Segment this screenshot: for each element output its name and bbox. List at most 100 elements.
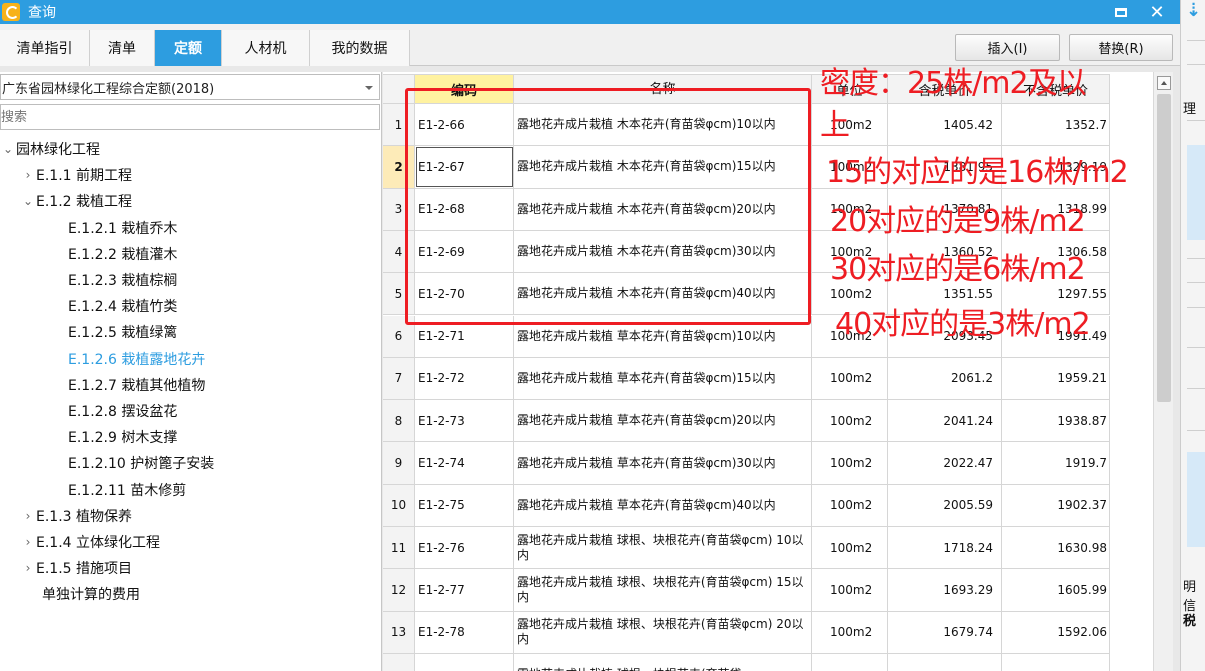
tree-item-label: E.1.3 植物保养 [36,508,133,525]
tree-item[interactable]: E.1.2.9 树木支撑 [68,426,177,448]
row-tax-price: 1679.74 [888,611,1002,653]
table-row[interactable]: 7 E1-2-72 露地花卉成片栽植 草本花卉(育苗袋φcm)15以内 100m2 20… [383,357,1110,401]
replace-button[interactable]: 替换(R) [1069,34,1173,61]
chevron-down-icon[interactable]: ⌄ [20,194,36,208]
table-row[interactable]: 8 E1-2-73 露地花卉成片栽植 草本花卉(育苗袋φcm)20以内 100m2 20… [383,400,1110,443]
scroll-thumb[interactable] [1157,94,1171,402]
tree-item-label: 单独计算的费用 [42,587,140,604]
background-window: ⇣ 理 明信 税 [1180,0,1205,671]
maximize-button[interactable] [1104,0,1138,24]
row-code: E1-2-71 [415,315,514,357]
row-number: 9 [383,442,415,484]
chevron-right-icon[interactable]: › [20,168,36,182]
tree-item[interactable]: E.1.2.5 栽植绿篱 [68,321,177,343]
tab-bill[interactable]: 清单 [90,30,155,66]
tree-item[interactable]: E.1.2.7 栽植其他植物 [68,374,205,396]
close-button[interactable]: ✕ [1140,0,1174,24]
quota-tree-panel: 广东省园林绿化工程综合定额(2018) ⌄园林绿化工程›E.1.1 前期工程⌄E… [0,72,382,671]
tree-item-label: E.1.2.5 栽植绿篱 [68,325,178,342]
search-input[interactable] [1,105,379,129]
tree-item[interactable]: › E.1.4 立体绿化工程 [20,531,160,553]
table-row[interactable]: 12 E1-2-77 露地花卉成片栽植 球根、块根花卉(育苗袋φcm) 15以内 10… [383,569,1110,612]
row-number: 13 [383,611,415,653]
table-row[interactable]: 1 E1-2-66 露地花卉成片栽植 木本花卉(育苗袋φcm)10以内 100m2 14… [383,104,1110,147]
tree-item[interactable]: › E.1.3 植物保养 [20,505,132,527]
chevron-down-icon[interactable]: ⌄ [0,142,16,156]
row-name-text: 露地花卉成片栽植 草本花卉(育苗袋φcm)15以内 [517,370,776,385]
row-name-text: 露地花卉成片栽植 草本花卉(育苗袋φcm)30以内 [517,455,776,470]
header-name[interactable]: 名称 [514,75,812,103]
tree-item-label: E.1.2.4 栽植竹类 [68,299,178,316]
download-arrow-icon: ⇣ [1186,0,1202,21]
header-code[interactable]: 编码 [415,75,514,103]
row-notax-price: 1592.06 [1002,611,1110,653]
row-unit: 100m2 [812,400,888,442]
quota-library-select[interactable]: 广东省园林绿化工程综合定额(2018) [0,74,380,100]
row-code: E1-2-77 [415,569,514,611]
row-unit: 100m2 [812,527,888,569]
row-number: 3 [383,188,415,230]
bg-text-1: 理 [1183,102,1197,117]
tree-item-label: E.1.2.2 栽植灌木 [68,246,178,263]
chevron-right-icon[interactable]: › [20,561,36,575]
close-icon: ✕ [1149,1,1165,23]
row-number: 12 [383,569,415,611]
tab-my-data[interactable]: 我的数据 [310,30,410,66]
tab-bill-guide[interactable]: 清单指引 [0,30,90,66]
insert-button[interactable]: 插入(I) [955,34,1060,61]
tab-quota[interactable]: 定额 [155,30,222,66]
row-notax-price: 1605.99 [1002,569,1110,611]
row-tax-price: 1718.24 [888,527,1002,569]
chevron-right-icon[interactable]: › [20,509,36,523]
row-name-text: 露地花卉成片栽植 球根、块根花卉(育苗袋φcm) 20以内 [517,617,804,647]
row-unit: 100m2 [812,442,888,484]
tree-item[interactable]: E.1.2.3 栽植棕榈 [68,269,177,291]
tree-item-label: E.1.2.11 苗木修剪 [68,482,187,499]
tree-item[interactable]: E.1.2.4 栽植竹类 [68,295,177,317]
table-row[interactable]: 9 E1-2-74 露地花卉成片栽植 草本花卉(育苗袋φcm)30以内 100m2 20… [383,442,1110,485]
vertical-scrollbar[interactable] [1153,72,1173,671]
chevron-right-icon[interactable]: › [20,535,36,549]
row-tax-price: 1405.42 [888,104,1002,146]
search-box[interactable] [0,104,380,130]
row-unit: 100m2 [812,484,888,526]
row-unit: 100m2 [812,611,888,653]
tree-item-label: E.1.2.9 树木支撑 [68,430,178,447]
tree-item[interactable]: ⌄ 园林绿化工程 [0,138,100,160]
annotation-40: 40对应的是3株/m2 [835,307,1091,342]
row-notax-price: 1959.21 [1002,357,1110,400]
window-title: 查询 [28,5,56,21]
row-name-text: 露地花卉成片栽植 木本花卉(育苗袋φcm)15以内 [517,159,776,174]
row-number: 4 [383,230,415,273]
tree-item[interactable]: E.1.2.6 栽植露地花卉 [68,348,205,370]
tree-item-label: E.1.2.7 栽植其他植物 [68,377,206,394]
row-tax-price: 2022.47 [888,442,1002,484]
row-code: E1-2-72 [415,357,514,400]
tree-item-label: E.1.2.1 栽植乔木 [68,220,178,237]
row-code: E1-2-76 [415,527,514,569]
scroll-up-button[interactable] [1157,76,1171,90]
table-row[interactable]: 13 E1-2-78 露地花卉成片栽植 球根、块根花卉(育苗袋φcm) 20以内 10… [383,611,1110,654]
tree-item[interactable]: E.1.2.8 摆设盆花 [68,400,177,422]
tree-item[interactable]: E.1.2.1 栽植乔木 [68,217,177,239]
chevron-down-icon [365,86,373,90]
row-name-text: 露地花卉成片栽植 球根、块根花卉(育苗袋φcm) 15以内 [517,574,804,604]
row-number: 5 [383,273,415,315]
table-row[interactable]: 露地花卉成片栽植 球根、块根花卉(育苗袋 [383,653,1110,671]
bg-text-3: 税 [1183,614,1197,629]
tree-item[interactable]: › E.1.1 前期工程 [20,164,132,186]
table-row[interactable]: 10 E1-2-75 露地花卉成片栽植 草本花卉(育苗袋φcm)40以内 100m2 2… [383,484,1110,527]
tree-item[interactable]: › E.1.5 措施项目 [20,557,132,579]
tree-item[interactable]: E.1.2.11 苗木修剪 [68,479,186,501]
tab-labor-material[interactable]: 人材机 [222,30,310,66]
row-name: 露地花卉成片栽植 木本花卉(育苗袋φcm)15以内 [514,146,812,188]
table-row[interactable]: 11 E1-2-76 露地花卉成片栽植 球根、块根花卉(育苗袋φcm) 10以内 10… [383,527,1110,570]
tree-item[interactable]: E.1.2.2 栽植灌木 [68,243,177,265]
row-name-text: 露地花卉成片栽植 木本花卉(育苗袋φcm)10以内 [517,117,776,132]
tree-item[interactable]: E.1.2.10 护树篦子安装 [68,452,214,474]
tree-item[interactable]: 单独计算的费用 [42,583,140,605]
tree-item[interactable]: ⌄ E.1.2 栽植工程 [20,190,132,212]
row-code: E1-2-74 [415,442,514,484]
tree-item-label: E.1.2.3 栽植棕榈 [68,273,178,289]
app-icon [2,3,20,21]
